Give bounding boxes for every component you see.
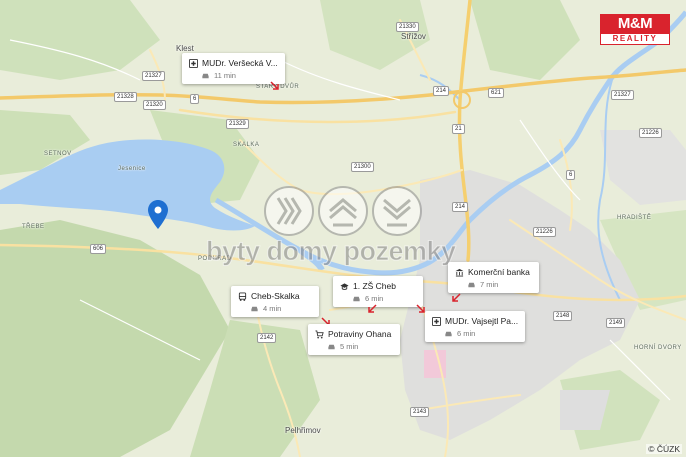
poi-arrow-icon — [452, 293, 461, 302]
poi-card-ohana[interactable]: Potraviny Ohana 5 min — [308, 324, 400, 355]
school-icon — [340, 282, 349, 290]
bank-icon — [455, 268, 464, 277]
car-icon — [251, 306, 258, 312]
poi-title: Potraviny Ohana — [328, 329, 392, 339]
road-shield: 6 — [190, 94, 200, 104]
poi-card-banka[interactable]: Komerční banka 7 min — [448, 262, 539, 293]
car-icon — [328, 344, 335, 350]
car-icon — [353, 296, 360, 302]
place-lake: Jesenice — [118, 166, 146, 172]
place-skalka: SKALKA — [233, 142, 260, 148]
road-shield: 21329 — [226, 119, 249, 129]
road-shield: 21320 — [143, 100, 166, 110]
poi-card-skalka[interactable]: Cheb-Skalka 4 min — [231, 286, 319, 317]
road-shield: 214 — [452, 202, 469, 212]
road-shield: 6 — [566, 170, 576, 180]
brand-logo-top: M&M — [600, 14, 670, 34]
poi-time: 11 min — [214, 71, 236, 80]
poi-time: 7 min — [480, 280, 499, 289]
place-strizov: Střížov — [401, 32, 426, 41]
road-shield: 21328 — [114, 92, 137, 102]
poi-title: MUDr. Vajsejtl Pa... — [445, 316, 519, 326]
poi-time: 6 min — [365, 294, 384, 303]
road-shield: 2148 — [553, 311, 573, 321]
poi-arrow-icon — [416, 304, 425, 313]
medical-icon — [189, 58, 198, 68]
road-shield: 21330 — [396, 22, 419, 32]
poi-card-zs[interactable]: 1. ZŠ Cheb 6 min — [333, 276, 423, 307]
place-hradiste: HRADIŠTĚ — [617, 215, 652, 221]
poi-time: 5 min — [340, 342, 359, 351]
map-canvas[interactable] — [0, 0, 686, 457]
poi-title: Cheb-Skalka — [251, 291, 300, 301]
watermark-text: byty domy pozemky — [206, 236, 457, 267]
poi-arrow-icon — [368, 304, 377, 313]
poi-time: 4 min — [263, 304, 282, 313]
road-shield: 21 — [452, 124, 465, 134]
place-klest: Klest — [176, 44, 194, 53]
poi-card-versecka[interactable]: MUDr. Veršecká V... 11 min — [182, 53, 285, 84]
car-icon — [445, 331, 452, 337]
watermark-logo-icon — [264, 186, 422, 236]
road-shield: 621 — [488, 88, 505, 98]
road-shield: 2143 — [410, 407, 430, 417]
place-setnov: SETNOV — [44, 151, 72, 157]
brand-logo: M&M REALITY — [600, 14, 670, 46]
road-shield: 21226 — [639, 128, 662, 138]
brand-logo-bottom: REALITY — [600, 34, 670, 45]
car-icon — [468, 282, 475, 288]
road-shield: 21327 — [611, 90, 634, 100]
road-shield: 21327 — [142, 71, 165, 81]
road-shield: 2149 — [606, 318, 626, 328]
poi-card-vajsejtl[interactable]: MUDr. Vajsejtl Pa... 6 min — [425, 311, 526, 342]
place-trebe: TŘEBE — [22, 224, 45, 230]
road-shield: 2142 — [257, 333, 277, 343]
road-shield: 214 — [433, 86, 450, 96]
road-shield: 21226 — [533, 227, 556, 237]
map-copyright: © ČÚZK — [646, 444, 682, 454]
medical-icon — [432, 316, 441, 326]
bus-icon — [238, 291, 247, 301]
car-icon — [202, 73, 209, 79]
road-shield: 606 — [90, 244, 107, 254]
cart-icon — [315, 329, 324, 338]
poi-title: 1. ZŠ Cheb — [353, 281, 396, 291]
place-horni-dvory: HORNÍ DVORY — [634, 345, 682, 351]
road-shield: 21300 — [351, 162, 374, 172]
poi-time: 6 min — [457, 329, 476, 338]
poi-arrow-icon — [270, 81, 279, 90]
poi-title: Komerční banka — [468, 267, 530, 277]
place-pelhrimov: Pelhřimov — [285, 426, 321, 435]
poi-title: MUDr. Veršecká V... — [202, 58, 278, 68]
